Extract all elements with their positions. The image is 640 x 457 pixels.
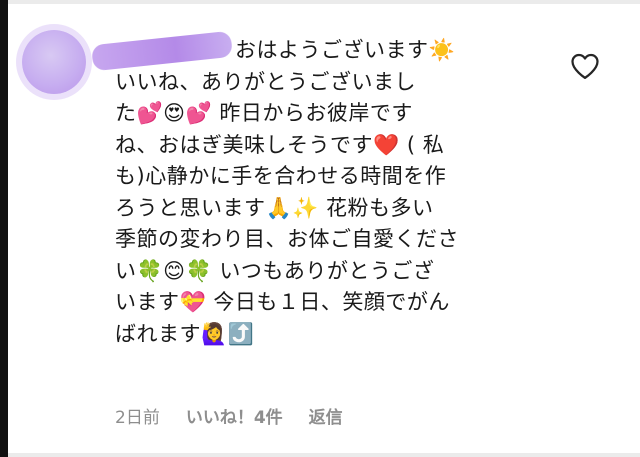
- avatar[interactable]: [22, 30, 86, 94]
- comment-footer: 2日前 いいね！4件 返信: [115, 402, 343, 428]
- comment-time: 2日前: [115, 407, 160, 428]
- comment-line: います💝 今日も１日、笑顔でがん: [115, 290, 450, 314]
- reply-button[interactable]: 返信: [309, 403, 343, 428]
- comment-line: い🍀😊🍀 いつもありがとうござ: [115, 258, 435, 283]
- comment-line: ね、おはぎ美味しそうです❤️ ( 私: [115, 132, 445, 157]
- likes-count-link[interactable]: いいね！4件: [186, 403, 283, 428]
- comment-line: ばれます🙋‍♀️⤴️: [115, 321, 255, 346]
- screen-edge: [0, 0, 8, 457]
- top-divider: [8, 0, 640, 4]
- comment-line: いいね、ありがとうございまし: [115, 69, 416, 94]
- comment-line: 季節の変わり目、お体ご自愛くださ: [115, 227, 459, 251]
- comment-line: おはようございます☀️: [235, 38, 456, 62]
- heart-icon[interactable]: [570, 52, 600, 80]
- comment-line: も)心静かに手を合わせる時間を作: [115, 164, 447, 188]
- comment-text: おはようございます☀️ いいね、ありがとうございまし た💕😍💕 昨日からお彼岸で…: [115, 35, 515, 350]
- comment-line: ろうと思います🙏✨ 花粉も多い: [115, 195, 434, 220]
- comment-line: た💕😍💕 昨日からお彼岸です: [115, 101, 413, 125]
- bottom-divider: [8, 453, 640, 457]
